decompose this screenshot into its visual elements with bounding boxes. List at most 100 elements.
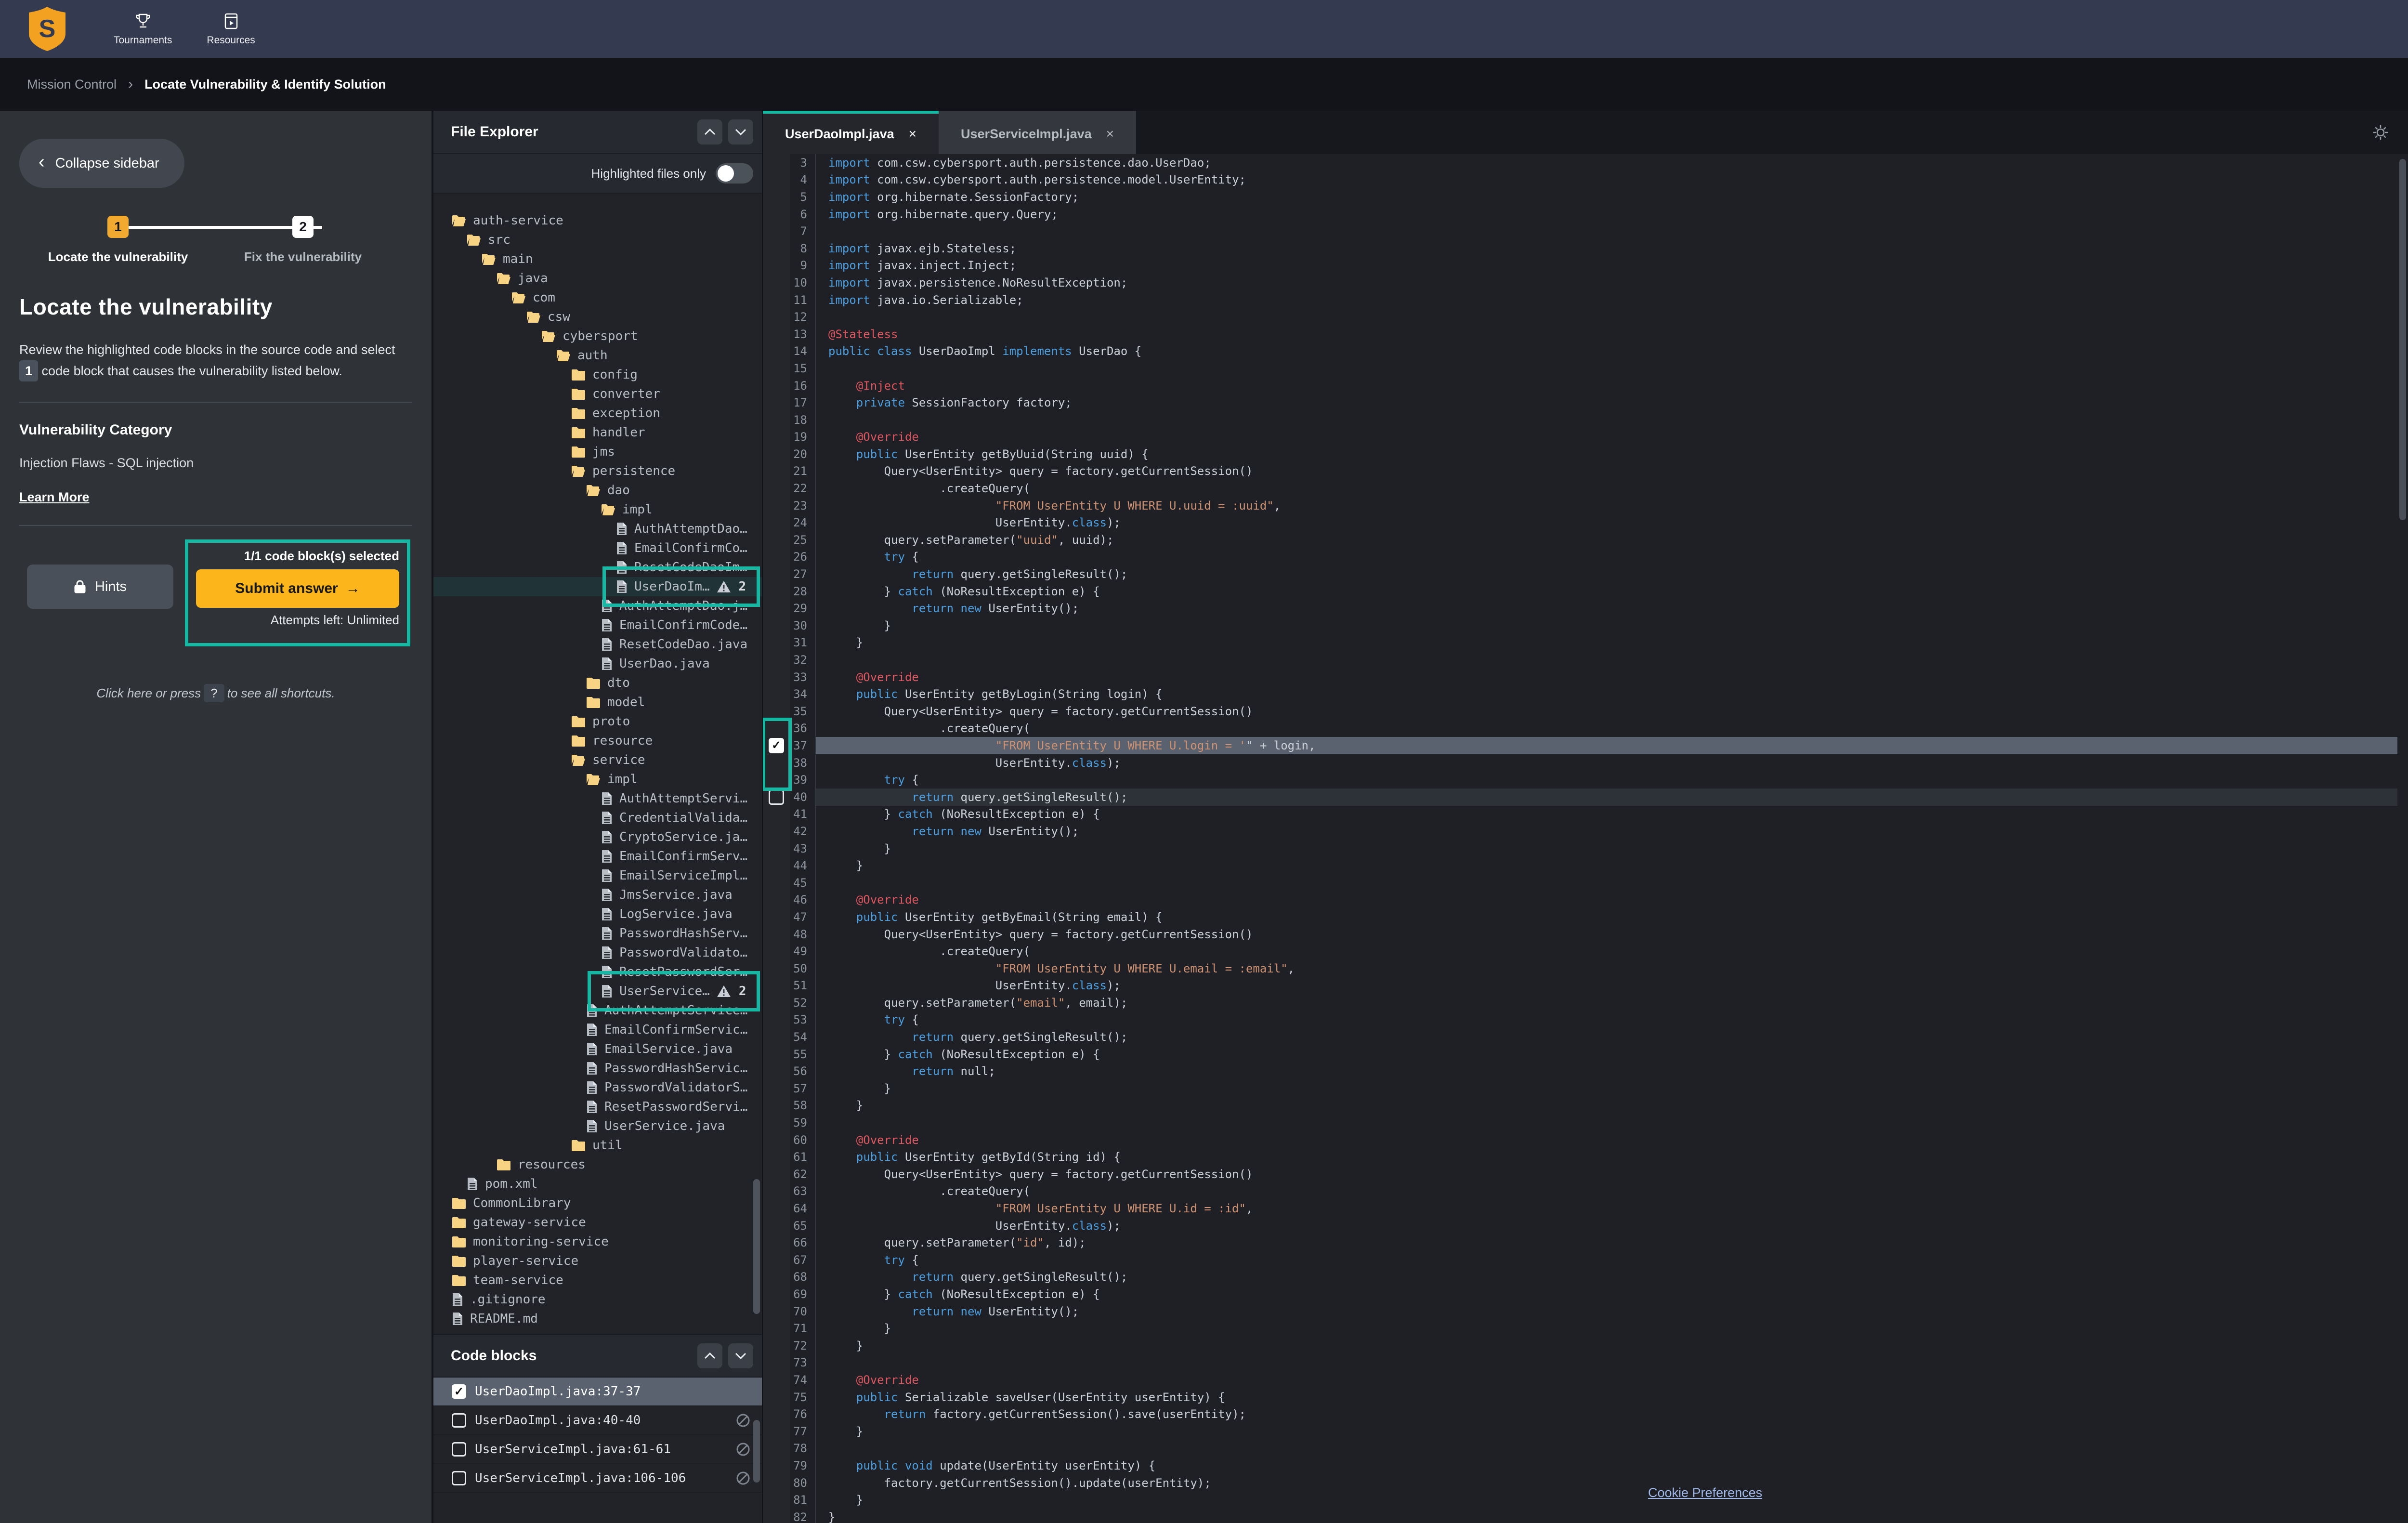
tree-item-passwordvalidators-[interactable]: PasswordValidatorS… (433, 1078, 762, 1097)
cookie-preferences-link[interactable]: Cookie Preferences (1648, 1485, 1762, 1500)
tree-item-monitoring-service[interactable]: monitoring-service (433, 1232, 762, 1251)
brand-logo-icon[interactable]: S (27, 6, 67, 52)
explorer-scrollbar-thumb[interactable] (753, 1420, 760, 1483)
nav-tournaments[interactable]: Tournaments (114, 12, 172, 46)
tree-item-emailconfirmcode-[interactable]: EmailConfirmCode… (433, 616, 762, 635)
tree-item-credentialvalida-[interactable]: CredentialValida… (433, 808, 762, 827)
code-block-item[interactable]: UserServiceImpl.java:106-106 (433, 1464, 762, 1493)
tree-item-dao[interactable]: dao (433, 481, 762, 500)
tab-userdaoimpl[interactable]: UserDaoImpl.java × (763, 111, 939, 154)
tree-item-main[interactable]: main (433, 249, 762, 269)
tree-item-auth[interactable]: auth (433, 346, 762, 365)
explorer-scrollbar-thumb[interactable] (753, 1179, 760, 1314)
code-block-label: UserDaoImpl.java:40-40 (475, 1413, 641, 1428)
editor-scrollbar-thumb[interactable] (2399, 159, 2406, 520)
code-block-item[interactable]: ✓UserDaoImpl.java:37-37 (433, 1378, 762, 1406)
code-line-55: 55 } catch (NoResultException e) { (763, 1046, 2397, 1063)
submit-answer-button[interactable]: Submit answer→ (196, 569, 399, 608)
tree-item-passwordhashservic-[interactable]: PasswordHashServic… (433, 1059, 762, 1078)
hints-button[interactable]: Hints (27, 565, 173, 609)
tree-item-emailconfirmco-[interactable]: EmailConfirmCo… (433, 538, 762, 558)
tree-item--gitignore[interactable]: .gitignore (433, 1290, 762, 1309)
tree-item-userservice-java[interactable]: UserService.java (433, 1116, 762, 1136)
code-block-item[interactable]: UserServiceImpl.java:61-61 (433, 1435, 762, 1464)
tree-item-dto[interactable]: dto (433, 673, 762, 693)
line-number: 75 (790, 1391, 815, 1404)
tree-item-resources[interactable]: resources (433, 1155, 762, 1174)
tree-item-converter[interactable]: converter (433, 384, 762, 404)
tree-item-jms[interactable]: jms (433, 442, 762, 461)
code-blocks-prev-button[interactable] (697, 1343, 722, 1368)
tree-item-gateway-service[interactable]: gateway-service (433, 1213, 762, 1232)
tree-item-logservice-java[interactable]: LogService.java (433, 905, 762, 924)
tree-item-passwordvalidato-[interactable]: PasswordValidato… (433, 943, 762, 962)
tree-item-config[interactable]: config (433, 365, 762, 384)
checkbox-unchecked[interactable] (452, 1442, 466, 1457)
close-icon[interactable]: × (909, 126, 916, 142)
tree-item-auth-service[interactable]: auth-service (433, 211, 762, 230)
tree-item-commonlibrary[interactable]: CommonLibrary (433, 1194, 762, 1213)
tree-item-emailservice-java[interactable]: EmailService.java (433, 1039, 762, 1059)
tree-item-service[interactable]: service (433, 750, 762, 770)
line-number: 3 (790, 156, 815, 170)
tree-item-java[interactable]: java (433, 269, 762, 288)
tree-item-model[interactable]: model (433, 693, 762, 712)
code-text: import javax.inject.Inject; (815, 257, 2397, 275)
tree-item-resetcodedaoim-[interactable]: ResetCodeDaoIm… (433, 558, 762, 577)
explorer-prev-button[interactable] (697, 119, 722, 144)
tree-item-player-service[interactable]: player-service (433, 1251, 762, 1271)
code-blocks-next-button[interactable] (728, 1343, 753, 1368)
tree-item-proto[interactable]: proto (433, 712, 762, 731)
tree-item-readme-md[interactable]: README.md (433, 1309, 762, 1328)
tree-item-src[interactable]: src (433, 230, 762, 249)
tree-item-userdaoim-[interactable]: UserDaoIm…2 (433, 577, 762, 596)
tree-item-impl[interactable]: impl (433, 500, 762, 519)
tree-item-emailserviceimpl-[interactable]: EmailServiceImpl… (433, 866, 762, 885)
tree-item-cybersport[interactable]: cybersport (433, 327, 762, 346)
tree-item-util[interactable]: util (433, 1136, 762, 1155)
tree-item-userdao-java[interactable]: UserDao.java (433, 654, 762, 673)
code-line-47: 47 public UserEntity getByEmail(String e… (763, 908, 2397, 926)
gear-icon[interactable] (2372, 124, 2389, 141)
checkbox-checked[interactable]: ✓ (452, 1384, 466, 1399)
tree-item-impl[interactable]: impl (433, 770, 762, 789)
collapse-sidebar-button[interactable]: ‹ Collapse sidebar (19, 139, 184, 188)
learn-more-link[interactable]: Learn More (19, 490, 90, 505)
tree-item-resetcodedao-java[interactable]: ResetCodeDao.java (433, 635, 762, 654)
tree-item-resetpasswordservi-[interactable]: ResetPasswordServi… (433, 1097, 762, 1116)
tree-item-exception[interactable]: exception (433, 404, 762, 423)
tree-item-persistence[interactable]: persistence (433, 461, 762, 481)
tree-item-resetpasswordser-[interactable]: ResetPasswordSer… (433, 962, 762, 982)
line-number: 80 (790, 1476, 815, 1490)
code-line-checkbox-checked[interactable]: ✓ (769, 738, 784, 753)
close-icon[interactable]: × (1106, 126, 1114, 142)
tree-item-authattemptdao-[interactable]: AuthAttemptDao… (433, 519, 762, 538)
tree-item-team-service[interactable]: team-service (433, 1271, 762, 1290)
tree-item-authattemptservi-[interactable]: AuthAttemptServi… (433, 789, 762, 808)
highlighted-files-toggle[interactable] (716, 163, 753, 184)
tab-userserviceimpl[interactable]: UserServiceImpl.java × (939, 111, 1136, 154)
breadcrumb-parent[interactable]: Mission Control (27, 77, 117, 92)
nav-resources[interactable]: Resources (207, 12, 255, 46)
tree-item-passwordhashserv-[interactable]: PasswordHashServ… (433, 924, 762, 943)
tree-item-emailconfirmserv-[interactable]: EmailConfirmServ… (433, 847, 762, 866)
code-line-checkbox-unchecked[interactable] (769, 789, 784, 805)
tree-item-com[interactable]: com (433, 288, 762, 307)
checkbox-unchecked[interactable] (452, 1471, 466, 1485)
checkbox-unchecked[interactable] (452, 1413, 466, 1428)
tree-item-csw[interactable]: csw (433, 307, 762, 327)
tree-item-userservice-[interactable]: UserService…2 (433, 982, 762, 1001)
code-text: return query.getSingleResult(); (815, 788, 2397, 806)
explorer-next-button[interactable] (728, 119, 753, 144)
tree-item-authattemptdao-j-[interactable]: AuthAttemptDao.j… (433, 596, 762, 616)
tree-item-emailconfirmservic-[interactable]: EmailConfirmServic… (433, 1020, 762, 1039)
tree-item-jmsservice-java[interactable]: JmsService.java (433, 885, 762, 905)
warning-icon (717, 580, 731, 593)
tree-item-resource[interactable]: resource (433, 731, 762, 750)
code-block-item[interactable]: UserDaoImpl.java:40-40 (433, 1406, 762, 1435)
tree-item-authattemptservice-[interactable]: AuthAttemptService… (433, 1001, 762, 1020)
tree-item-pom-xml[interactable]: pom.xml (433, 1174, 762, 1194)
tree-item-handler[interactable]: handler (433, 423, 762, 442)
shortcuts-hint[interactable]: Click here or press?to see all shortcuts… (19, 686, 412, 701)
tree-item-cryptoservice-ja-[interactable]: CryptoService.ja… (433, 827, 762, 847)
